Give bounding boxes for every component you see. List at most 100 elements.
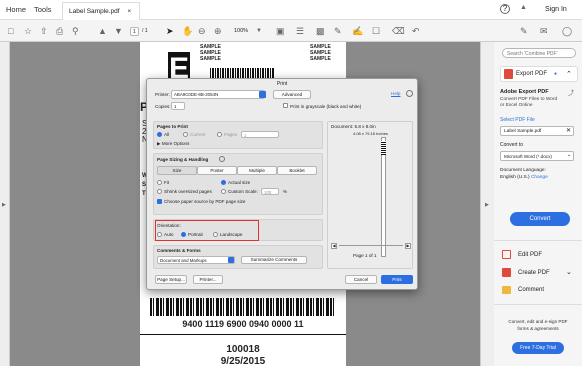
export-link-icon[interactable]: ⤴ bbox=[568, 88, 574, 97]
shrink-radio[interactable] bbox=[157, 189, 162, 194]
pages-to-print-label: Pages to Print bbox=[157, 124, 188, 129]
actual-size-radio[interactable] bbox=[221, 180, 226, 185]
stamp-icon[interactable]: ☐ bbox=[372, 24, 380, 38]
preview-slider[interactable] bbox=[339, 245, 403, 246]
multiple-tab[interactable]: Multiple bbox=[237, 166, 277, 175]
fit-label: Fit bbox=[164, 180, 170, 185]
undo-icon[interactable]: ↶ bbox=[412, 24, 420, 38]
document-tab[interactable]: Label Sample.pdf × bbox=[62, 2, 140, 20]
advanced-button[interactable]: Advanced bbox=[273, 90, 311, 99]
share-icon[interactable]: ◯ bbox=[562, 24, 572, 38]
choose-paper-checkbox[interactable] bbox=[157, 199, 162, 204]
free-trial-button[interactable]: Free 7-Day Trial bbox=[512, 342, 564, 354]
toolbar bbox=[0, 20, 582, 42]
comment-icon[interactable]: ▩ bbox=[316, 24, 325, 38]
custom-scale-input[interactable]: 100 bbox=[261, 188, 279, 195]
portrait-radio[interactable] bbox=[181, 232, 186, 237]
remove-file-icon[interactable]: ✕ bbox=[566, 127, 571, 134]
change-language-link[interactable]: Change bbox=[531, 175, 548, 180]
fill-sign-icon[interactable]: ✎ bbox=[520, 24, 528, 38]
zoom-out-icon[interactable]: ⊖ bbox=[198, 24, 206, 38]
tools-tab[interactable]: Tools bbox=[34, 5, 52, 14]
help-icon[interactable]: ? bbox=[500, 4, 510, 14]
select-pdf-link[interactable]: Select PDF File bbox=[500, 117, 535, 123]
help-info-icon[interactable] bbox=[406, 90, 413, 97]
edit-pdf-tool[interactable]: Edit PDF bbox=[518, 252, 542, 258]
sizing-info-icon[interactable] bbox=[219, 156, 225, 162]
zoom-level[interactable]: 100% bbox=[234, 28, 248, 34]
current-radio[interactable] bbox=[183, 132, 188, 137]
printer-button[interactable]: Printer... bbox=[193, 275, 223, 284]
auto-label: Auto bbox=[164, 232, 174, 237]
fit-radio[interactable] bbox=[157, 180, 162, 185]
more-options-toggle[interactable]: ▶ More Options bbox=[157, 141, 189, 147]
comments-select[interactable]: Document and Markups bbox=[157, 256, 235, 264]
sign-in-link[interactable]: Sign In bbox=[545, 6, 567, 13]
zoom-in-icon[interactable]: ⊕ bbox=[214, 24, 222, 38]
cancel-button[interactable]: Cancel bbox=[345, 275, 377, 284]
bell-icon[interactable]: ▲ bbox=[520, 4, 527, 11]
prev-page-icon[interactable]: ▲ bbox=[98, 24, 107, 38]
printer-dropdown-icon[interactable] bbox=[259, 91, 266, 98]
pages-range-input[interactable]: 1 bbox=[241, 131, 279, 138]
landscape-radio[interactable] bbox=[213, 232, 218, 237]
upload-icon[interactable]: ⇧ bbox=[40, 24, 48, 38]
grayscale-checkbox[interactable] bbox=[283, 103, 288, 108]
top-bar: Home Tools Label Sample.pdf × ? ▲ Sign I… bbox=[0, 0, 582, 20]
copies-input[interactable]: 1 bbox=[171, 102, 185, 110]
booklet-tab[interactable]: Booklet bbox=[277, 166, 317, 175]
pages-radio[interactable] bbox=[217, 132, 222, 137]
printer-select[interactable]: ABA9C0DE-8B-2054N bbox=[171, 90, 265, 99]
convert-button[interactable]: Convert bbox=[510, 212, 570, 226]
delete-icon[interactable]: ⌫ bbox=[392, 24, 405, 38]
summarize-comments-button[interactable]: Summarize Comments bbox=[241, 256, 307, 264]
format-chevron-icon[interactable]: ⌄ bbox=[567, 152, 571, 158]
preview-page bbox=[381, 137, 386, 257]
next-page-icon[interactable]: ▼ bbox=[114, 24, 123, 38]
create-pdf-chevron-icon[interactable]: ⌄ bbox=[566, 268, 572, 276]
highlight-pen-icon[interactable]: ✎ bbox=[334, 24, 342, 38]
sign-icon[interactable]: ✍ bbox=[352, 24, 363, 38]
page-thumbnail-icon[interactable]: □ bbox=[8, 24, 13, 38]
collapse-icon[interactable]: ⌃ bbox=[566, 70, 572, 78]
comment-tool[interactable]: Comment bbox=[518, 287, 544, 293]
comments-dropdown-icon[interactable] bbox=[228, 257, 234, 263]
landscape-label: Landscape bbox=[220, 232, 243, 237]
barcode-main bbox=[150, 298, 336, 316]
collapse-right-icon[interactable]: ▶ bbox=[485, 202, 489, 208]
all-radio[interactable] bbox=[157, 132, 162, 137]
help-link[interactable]: Help bbox=[391, 91, 400, 96]
export-info-icon[interactable]: ● bbox=[554, 71, 557, 77]
preview-next-icon[interactable]: ▶ bbox=[405, 243, 411, 249]
size-tab[interactable]: Size bbox=[157, 166, 197, 175]
comments-forms-label: Comments & Forms bbox=[157, 248, 201, 253]
print-button[interactable]: Print bbox=[381, 275, 413, 284]
label-number: 100018 bbox=[226, 344, 260, 355]
right-panel-toggle[interactable]: ▶ bbox=[480, 42, 494, 366]
page-setup-button[interactable]: Page Setup... bbox=[155, 275, 187, 284]
fit-page-icon[interactable]: ▣ bbox=[276, 24, 285, 38]
hand-tool-icon[interactable]: ✋ bbox=[182, 24, 193, 38]
page-number-input[interactable]: 1 bbox=[130, 27, 139, 36]
preview-prev-icon[interactable]: ◀ bbox=[331, 243, 337, 249]
create-pdf-tool[interactable]: Create PDF bbox=[518, 270, 550, 276]
auto-radio[interactable] bbox=[157, 232, 162, 237]
select-cursor-icon[interactable]: ➤ bbox=[166, 24, 174, 38]
expand-left-icon[interactable]: ▶ bbox=[2, 202, 6, 208]
left-panel-toggle[interactable]: ▶ bbox=[0, 42, 10, 366]
shrink-label: Shrink oversized pages bbox=[164, 189, 212, 194]
print-icon[interactable]: ⎙ bbox=[56, 24, 63, 38]
tools-search-input[interactable]: Search 'Combine PDF' bbox=[502, 48, 576, 58]
chevron-down-icon[interactable]: ▼ bbox=[256, 24, 262, 38]
search-icon[interactable]: ⚲ bbox=[72, 24, 79, 38]
mail-icon[interactable]: ✉ bbox=[540, 24, 548, 38]
bookmark-star-icon[interactable]: ☆ bbox=[24, 24, 32, 38]
poster-tab[interactable]: Poster bbox=[197, 166, 237, 175]
custom-scale-label: Custom Scale: bbox=[228, 189, 258, 194]
document-size: Document: 5.8 x 8.0in bbox=[331, 124, 376, 129]
home-tab[interactable]: Home bbox=[6, 5, 26, 14]
format-select[interactable]: Microsoft Word (*.docx) bbox=[500, 151, 574, 161]
scroll-mode-icon[interactable]: ☰ bbox=[296, 24, 304, 38]
close-tab-icon[interactable]: × bbox=[127, 8, 131, 15]
custom-scale-radio[interactable] bbox=[221, 189, 226, 194]
